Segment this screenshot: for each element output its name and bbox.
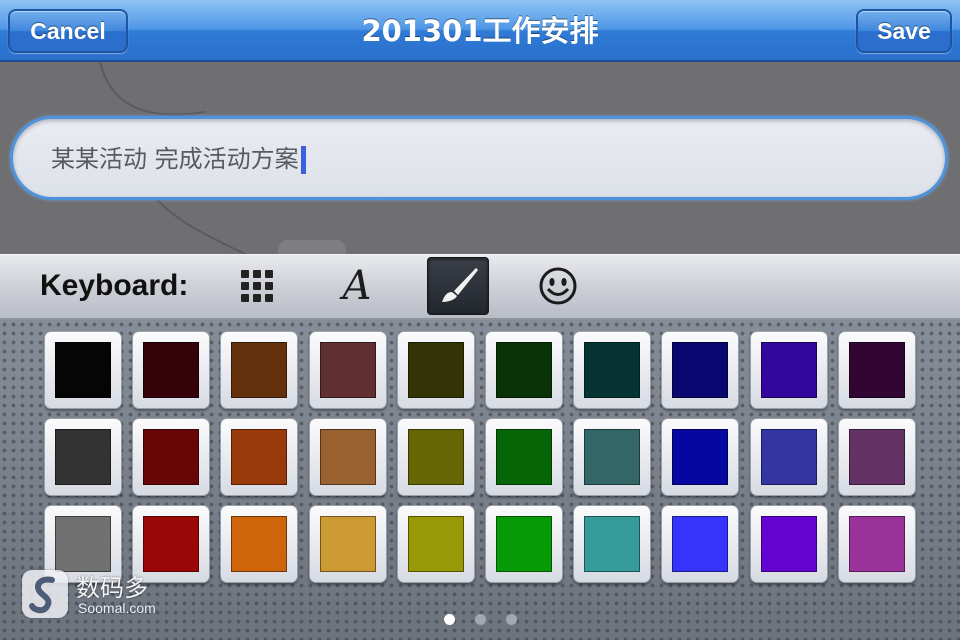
swatch-color-fill	[55, 429, 111, 485]
color-swatch[interactable]	[661, 331, 740, 409]
swatch-color-fill	[672, 516, 729, 572]
color-swatch[interactable]	[220, 418, 299, 496]
color-swatch[interactable]	[308, 418, 387, 496]
color-swatch[interactable]	[44, 418, 122, 496]
color-swatch[interactable]	[484, 505, 563, 583]
color-swatch[interactable]	[308, 331, 387, 409]
color-swatch[interactable]	[573, 505, 652, 583]
emoji-button[interactable]	[527, 257, 589, 315]
watermark: 数码多 Soomal.com	[22, 568, 172, 622]
watermark-name: 数码多	[76, 574, 148, 602]
swatch-color-fill	[495, 516, 552, 572]
swatch-color-fill	[319, 516, 376, 572]
swatch-grid	[44, 331, 916, 583]
swatch-color-fill	[143, 429, 200, 485]
color-swatch[interactable]	[573, 331, 652, 409]
soomal-logo-icon	[22, 570, 68, 618]
swatch-color-fill	[407, 516, 464, 572]
page-dot[interactable]	[474, 614, 486, 625]
smiley-icon	[539, 267, 577, 305]
swatch-color-fill	[584, 429, 641, 485]
text-cursor	[300, 146, 306, 174]
page-dot[interactable]	[443, 614, 455, 625]
swatch-color-fill	[495, 342, 552, 398]
color-swatch[interactable]	[396, 331, 475, 409]
swatch-color-fill	[55, 342, 111, 398]
swatch-color-fill	[231, 342, 288, 398]
swatch-color-fill	[672, 342, 729, 398]
font-style-button[interactable]: A	[326, 257, 388, 315]
color-swatch[interactable]	[44, 331, 122, 409]
navigation-bar: Cancel 201301工作安排 Save	[0, 0, 960, 62]
color-swatch[interactable]	[837, 418, 916, 496]
color-swatch[interactable]	[661, 418, 740, 496]
swatch-color-fill	[760, 429, 817, 485]
color-brush-button[interactable]	[427, 257, 489, 315]
note-text-field[interactable]: 某某活动 完成活动方案	[10, 116, 948, 200]
color-swatch[interactable]	[573, 418, 652, 496]
color-swatch[interactable]	[132, 418, 211, 496]
color-swatch[interactable]	[484, 331, 563, 409]
grid-icon	[241, 270, 273, 302]
color-swatch[interactable]	[132, 331, 211, 409]
swatch-color-fill	[848, 516, 905, 572]
swatch-color-fill	[495, 429, 552, 485]
color-swatch[interactable]	[749, 418, 828, 496]
keypad-grid-button[interactable]	[226, 257, 288, 315]
keyboard-label: Keyboard:	[40, 269, 189, 302]
keyboard-toolbar: Keyboard: A	[0, 254, 960, 320]
color-swatch[interactable]	[837, 505, 916, 583]
swatch-color-fill	[319, 342, 376, 398]
swatch-color-fill	[231, 516, 288, 572]
cancel-button[interactable]: Cancel	[8, 9, 128, 53]
color-swatch[interactable]	[661, 505, 740, 583]
color-swatch[interactable]	[396, 418, 475, 496]
color-swatch[interactable]	[220, 505, 299, 583]
page-title: 201301工作安排	[361, 14, 599, 48]
swatch-color-fill	[672, 429, 729, 485]
swatch-color-fill	[760, 342, 817, 398]
note-text: 某某活动 完成活动方案	[51, 145, 299, 173]
swatch-color-fill	[584, 516, 641, 572]
color-swatch[interactable]	[484, 418, 563, 496]
swatch-color-fill	[760, 516, 817, 572]
swatch-color-fill	[55, 516, 111, 572]
page-dot[interactable]	[505, 614, 517, 625]
swatch-color-fill	[143, 516, 200, 572]
swatch-color-fill	[407, 342, 464, 398]
swatch-color-fill	[407, 429, 464, 485]
content-area: 某某活动 完成活动方案	[0, 62, 960, 254]
color-swatch[interactable]	[396, 505, 475, 583]
color-swatch[interactable]	[308, 505, 387, 583]
swatch-color-fill	[848, 342, 905, 398]
swatch-color-fill	[584, 342, 641, 398]
note-text-value: 某某活动 完成活动方案	[51, 119, 306, 199]
color-swatch[interactable]	[837, 331, 916, 409]
swatch-color-fill	[143, 342, 200, 398]
save-button[interactable]: Save	[856, 9, 952, 53]
watermark-domain: Soomal.com	[78, 600, 156, 616]
swatch-color-fill	[231, 429, 288, 485]
color-swatch[interactable]	[749, 331, 828, 409]
swatch-color-fill	[848, 429, 905, 485]
swatch-color-fill	[319, 429, 376, 485]
paintbrush-icon	[442, 268, 478, 302]
font-icon: A	[342, 263, 372, 309]
color-swatch[interactable]	[220, 331, 299, 409]
color-swatch[interactable]	[749, 505, 828, 583]
